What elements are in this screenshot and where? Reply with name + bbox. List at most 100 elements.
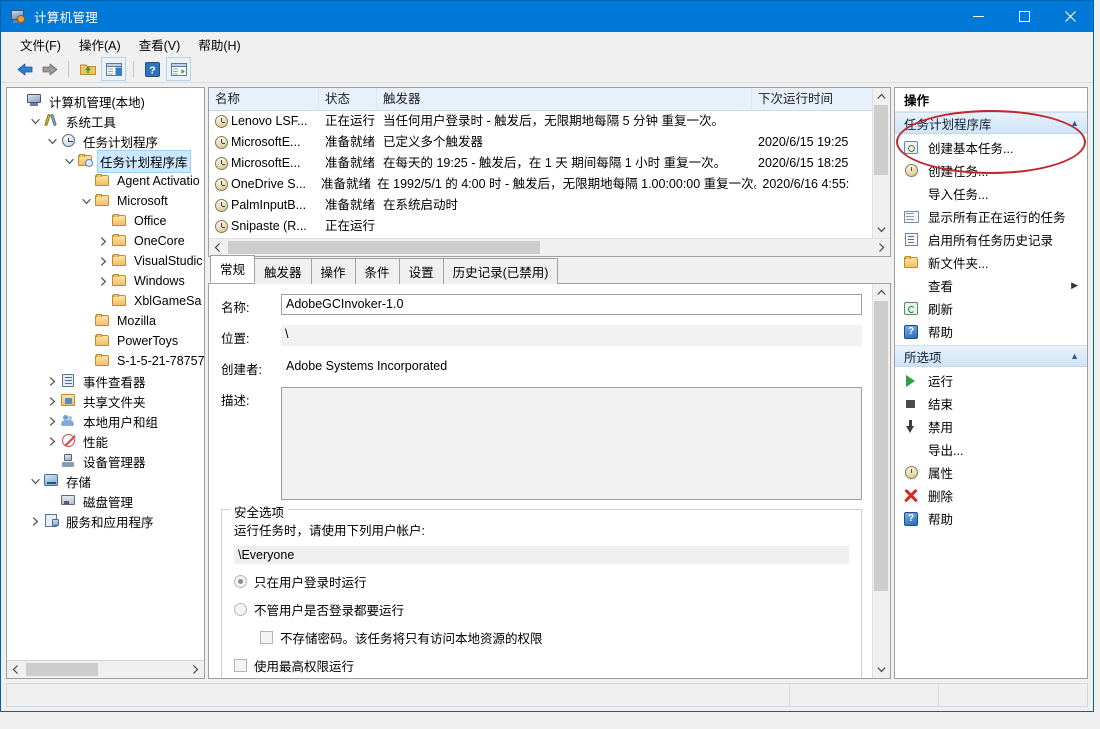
tree-item-7[interactable]: OneCore: [7, 231, 204, 251]
tree-scroll-track[interactable]: [24, 662, 187, 677]
tab-2[interactable]: 操作: [310, 258, 356, 284]
chevron-down-icon[interactable]: [79, 191, 94, 211]
task-description-textarea[interactable]: [281, 387, 862, 500]
action-item-create-basic-task-0-0[interactable]: 创建基本任务...: [895, 136, 1087, 159]
tree-item-12[interactable]: PowerToys: [7, 331, 204, 351]
table-row[interactable]: OneDrive S... 准备就绪在 1992/5/1 的 4:00 时 - 触…: [209, 174, 872, 195]
action-item-new-folder-0-5[interactable]: 新文件夹...: [895, 251, 1087, 274]
radio-logged-on-indicator[interactable]: [234, 575, 247, 588]
action-item-end-1-1[interactable]: 结束: [895, 392, 1087, 415]
tab-3[interactable]: 条件: [354, 258, 400, 284]
tab-4[interactable]: 设置: [398, 258, 444, 284]
tab-1[interactable]: 触发器: [254, 258, 312, 284]
tree-scroll-thumb[interactable]: [26, 663, 98, 676]
task-list-scroll-up[interactable]: [873, 88, 890, 105]
chevron-right-icon[interactable]: [28, 511, 43, 531]
chevron-down-icon[interactable]: [45, 131, 60, 151]
detail-scroll-thumb[interactable]: [874, 301, 888, 591]
chevron-down-icon[interactable]: [28, 111, 43, 131]
tree-scroll-right-arrow[interactable]: [187, 662, 204, 677]
table-row[interactable]: MicrosoftE... 准备就绪 已定义多个触发器 2020/6/15 19:25: [209, 132, 872, 153]
maximize-button[interactable]: [1001, 1, 1047, 32]
section-task-scheduler-library-header[interactable]: 任务计划程序库 ▲: [895, 112, 1087, 134]
tab-0[interactable]: 常规: [210, 255, 256, 283]
chevron-right-icon[interactable]: [45, 431, 60, 451]
detail-scroll-down[interactable]: [873, 661, 890, 678]
tree-item-9[interactable]: Windows: [7, 271, 204, 291]
tree-item-21[interactable]: 服务和应用程序: [7, 511, 204, 531]
task-list[interactable]: 名称 状态 触发器 下次运行时间 Lenovo LSF... 正在运行 当任何用户登…: [209, 88, 872, 238]
task-name-input[interactable]: AdobeGCInvoker-1.0: [281, 294, 862, 315]
table-row[interactable]: PalmInputB... 准备就绪 在系统启动时: [209, 195, 872, 216]
back-button[interactable]: [13, 58, 36, 80]
show-action-pane-button[interactable]: [166, 57, 191, 81]
tree-item-19[interactable]: 存储: [7, 471, 204, 491]
action-item-run-1-0[interactable]: 运行: [895, 369, 1087, 392]
radio-run-whether-or-not[interactable]: 不管用户是否登录都要运行: [234, 600, 849, 619]
action-item-show-running-tasks-0-3[interactable]: 显示所有正在运行的任务: [895, 205, 1087, 228]
section-selected-item-header[interactable]: 所选项 ▲: [895, 345, 1087, 367]
task-list-vertical-scrollbar[interactable]: [872, 88, 890, 238]
minimize-button[interactable]: [955, 1, 1001, 32]
tree-item-18[interactable]: 设备管理器: [7, 451, 204, 471]
action-item-task-history-0-4[interactable]: 启用所有任务历史记录: [895, 228, 1087, 251]
tree-item-15[interactable]: 共享文件夹: [7, 391, 204, 411]
forward-button[interactable]: [38, 58, 61, 80]
help-button[interactable]: ?: [141, 58, 164, 80]
tree-item-13[interactable]: S-1-5-21-78757: [7, 351, 204, 371]
chevron-right-icon[interactable]: ▶: [1071, 280, 1078, 291]
show-hide-tree-button[interactable]: [101, 57, 126, 81]
tree-item-14[interactable]: 事件查看器: [7, 371, 204, 391]
task-list-scroll-track[interactable]: [873, 105, 890, 221]
action-item-none-0-2[interactable]: 导入任务...: [895, 182, 1087, 205]
action-item-refresh-0-7[interactable]: 刷新: [895, 297, 1087, 320]
tree-horizontal-scrollbar[interactable]: [7, 660, 204, 678]
action-item-delete-1-5[interactable]: 删除: [895, 484, 1087, 507]
checkbox-no-store-password[interactable]: 不存储密码。该任务将只有访问本地资源的权限: [234, 628, 849, 647]
action-item-properties-1-4[interactable]: 属性: [895, 461, 1087, 484]
tree-item-16[interactable]: 本地用户和组: [7, 411, 204, 431]
tab-5[interactable]: 历史记录(已禁用): [442, 258, 559, 284]
chevron-up-icon[interactable]: ▲: [1070, 118, 1079, 128]
action-item-help-0-8[interactable]: ? 帮助: [895, 320, 1087, 343]
close-button[interactable]: [1047, 1, 1093, 32]
tree-item-1[interactable]: 系统工具: [7, 111, 204, 131]
chevron-down-icon[interactable]: [62, 151, 77, 171]
chevron-right-icon[interactable]: [96, 271, 111, 291]
column-header-name[interactable]: 名称: [209, 88, 319, 110]
tree-item-10[interactable]: XblGameSa: [7, 291, 204, 311]
chevron-right-icon[interactable]: [45, 371, 60, 391]
tree-item-20[interactable]: 磁盘管理: [7, 491, 204, 511]
tree-item-5[interactable]: Microsoft: [7, 191, 204, 211]
table-row[interactable]: MicrosoftE... 准备就绪 在每天的 19:25 - 触发后，在 1 天 …: [209, 153, 872, 174]
column-header-next-run[interactable]: 下次运行时间: [752, 88, 872, 110]
chevron-right-icon[interactable]: [45, 411, 60, 431]
table-row[interactable]: Snipaste (R... 正在运行: [209, 216, 872, 237]
detail-scroll-up[interactable]: [873, 284, 890, 301]
action-item-none-0-6[interactable]: 查看 ▶: [895, 274, 1087, 297]
action-item-create-task-0-1[interactable]: 创建任务...: [895, 159, 1087, 182]
task-list-scroll-right[interactable]: [873, 240, 890, 255]
task-list-scroll-thumb[interactable]: [874, 105, 888, 175]
tree-item-4[interactable]: Agent Activatio: [7, 171, 204, 191]
chevron-down-icon[interactable]: [28, 471, 43, 491]
menu-help[interactable]: 帮助(H): [189, 32, 249, 57]
menu-view[interactable]: 查看(V): [130, 32, 190, 57]
chevron-right-icon[interactable]: [96, 231, 111, 251]
menu-action[interactable]: 操作(A): [70, 32, 130, 57]
tree-item-3[interactable]: 任务计划程序库: [7, 149, 204, 173]
checkbox-no-store-password-box[interactable]: [260, 631, 273, 644]
radio-whether-or-not-indicator[interactable]: [234, 603, 247, 616]
tree-item-6[interactable]: Office: [7, 211, 204, 231]
table-row[interactable]: Lenovo LSF... 正在运行 当任何用户登录时 - 触发后，无限期地每隔 5…: [209, 111, 872, 132]
checkbox-highest-privileges[interactable]: 使用最高权限运行: [234, 656, 849, 675]
chevron-right-icon[interactable]: [96, 251, 111, 271]
action-item-disable-1-2[interactable]: 禁用: [895, 415, 1087, 438]
action-item-none-1-3[interactable]: 导出...: [895, 438, 1087, 461]
chevron-up-icon[interactable]: ▲: [1070, 351, 1079, 361]
column-header-status[interactable]: 状态: [319, 88, 377, 110]
detail-scroll-track[interactable]: [873, 301, 890, 661]
checkbox-highest-privileges-box[interactable]: [234, 659, 247, 672]
menu-file[interactable]: 文件(F): [11, 32, 70, 57]
task-list-hscroll-thumb[interactable]: [228, 241, 540, 254]
